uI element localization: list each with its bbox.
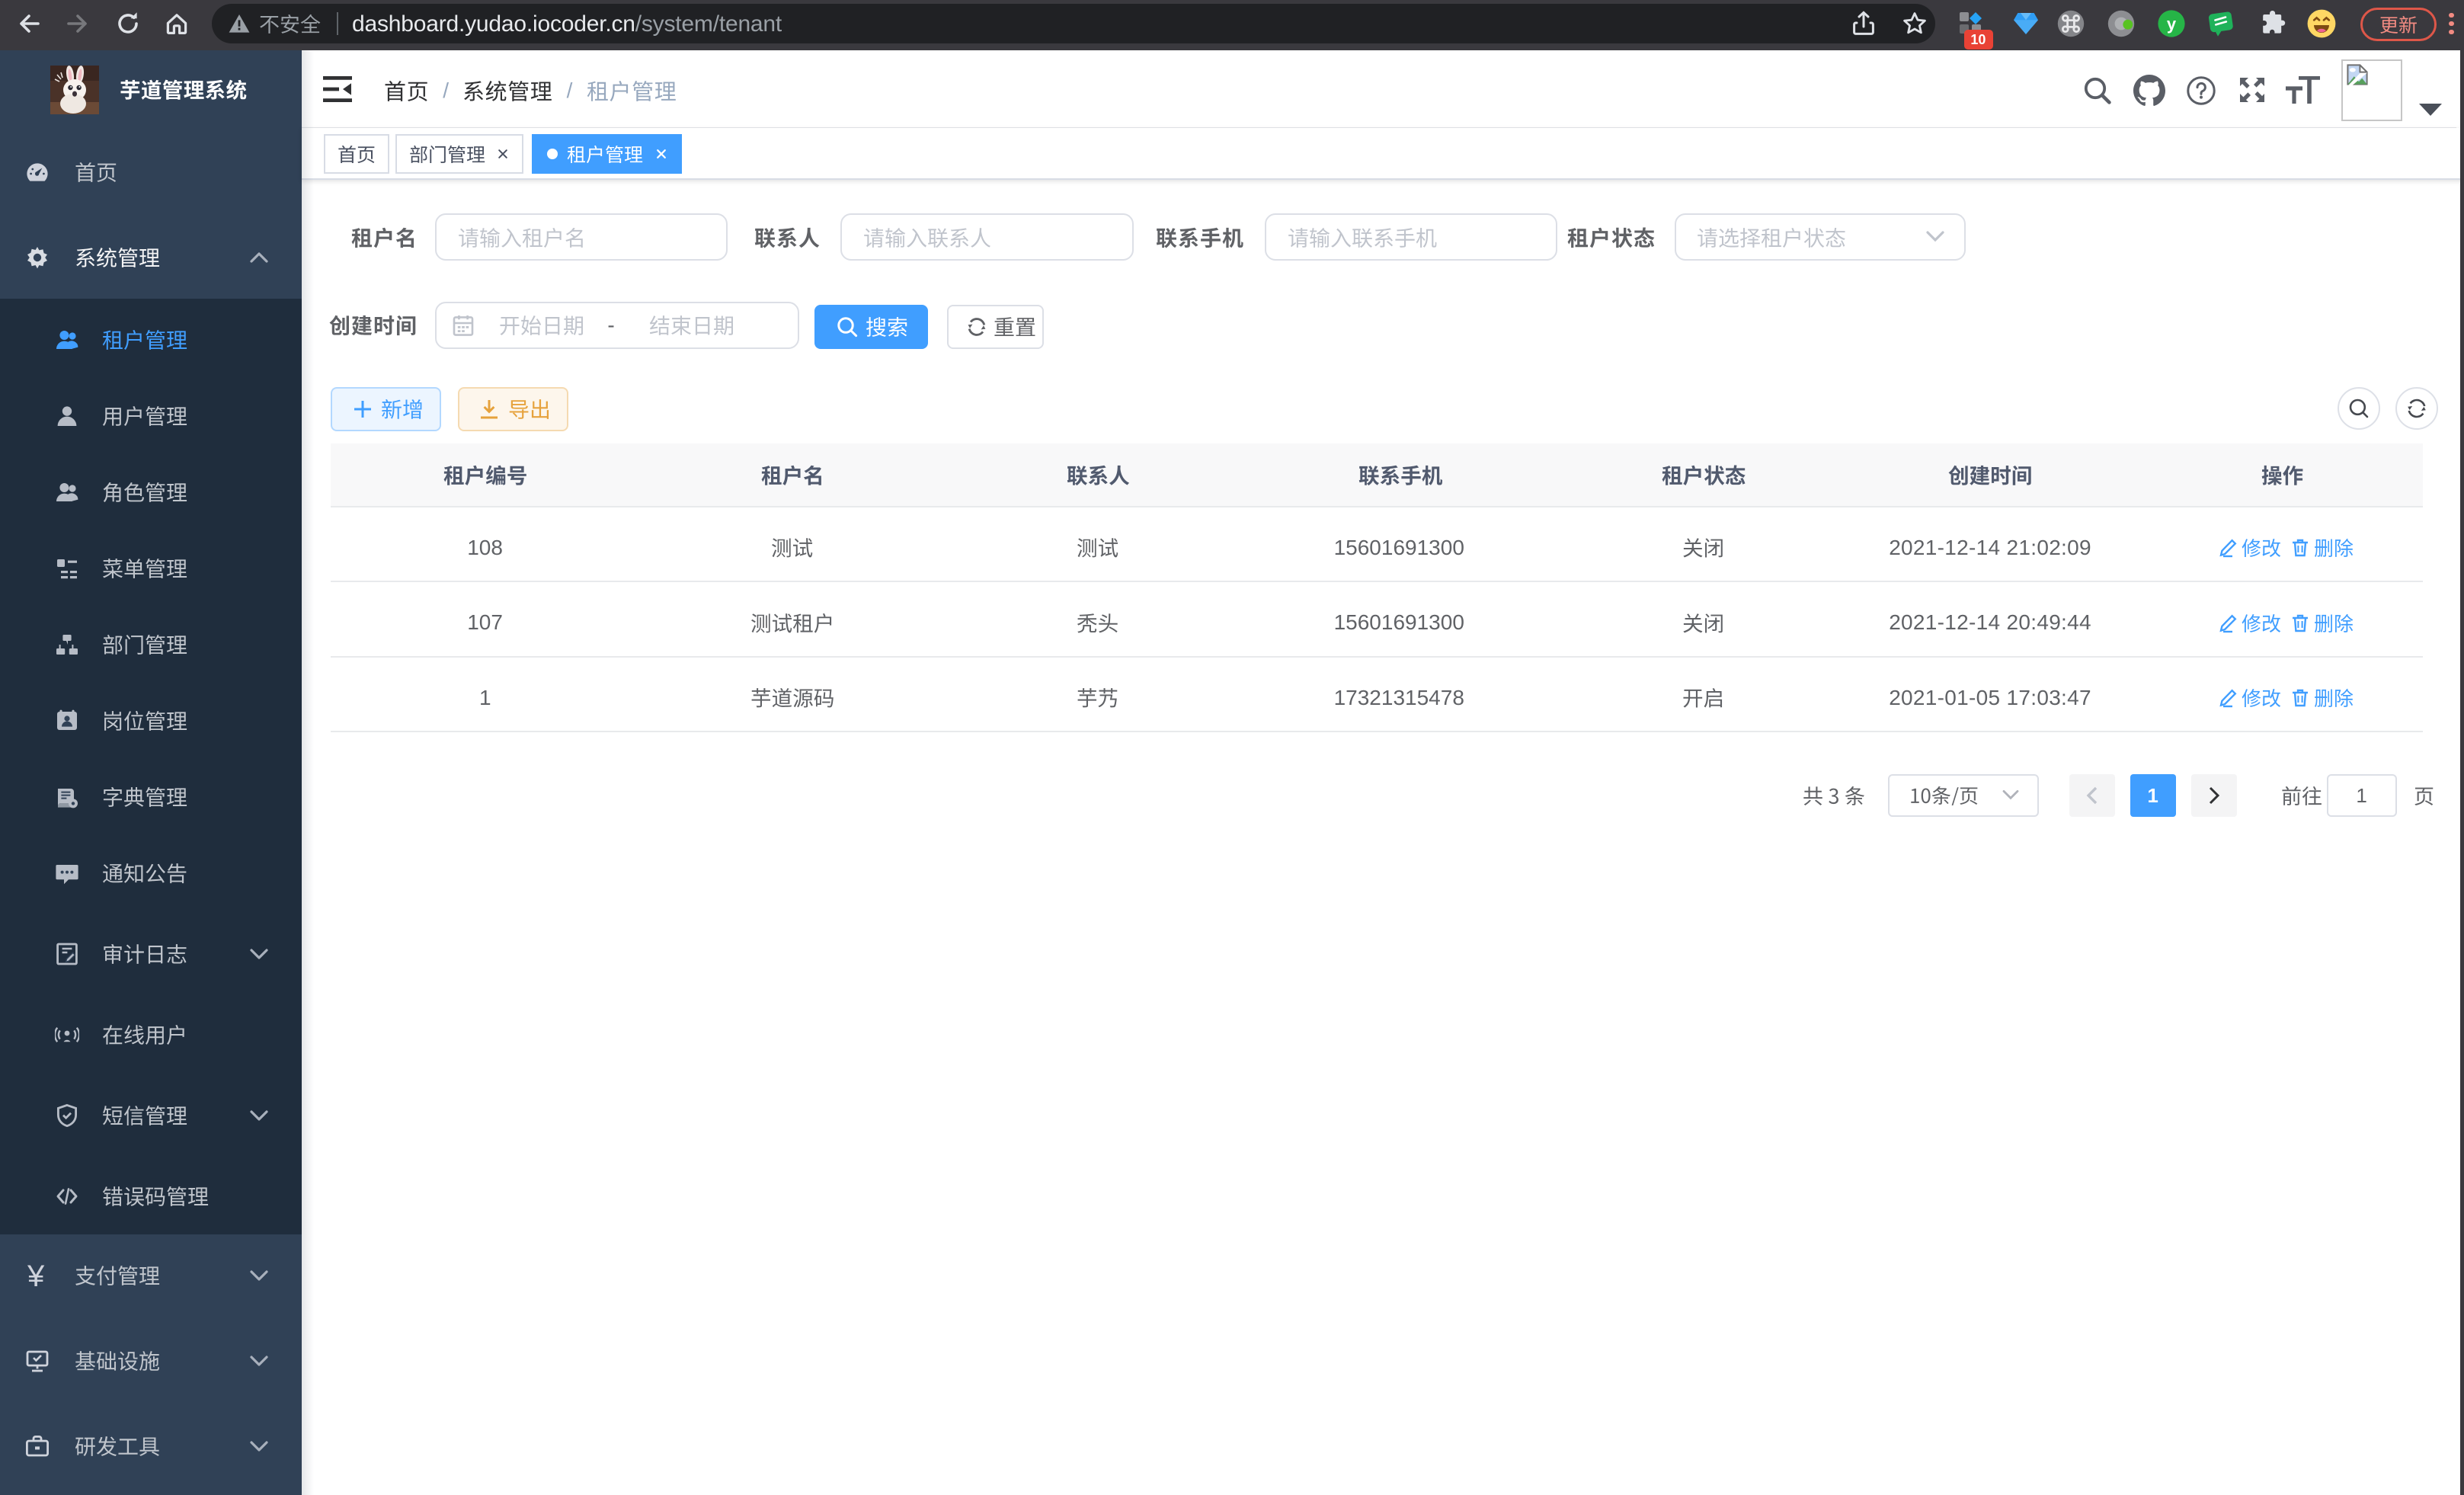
svg-text:y: y [2167, 14, 2177, 34]
